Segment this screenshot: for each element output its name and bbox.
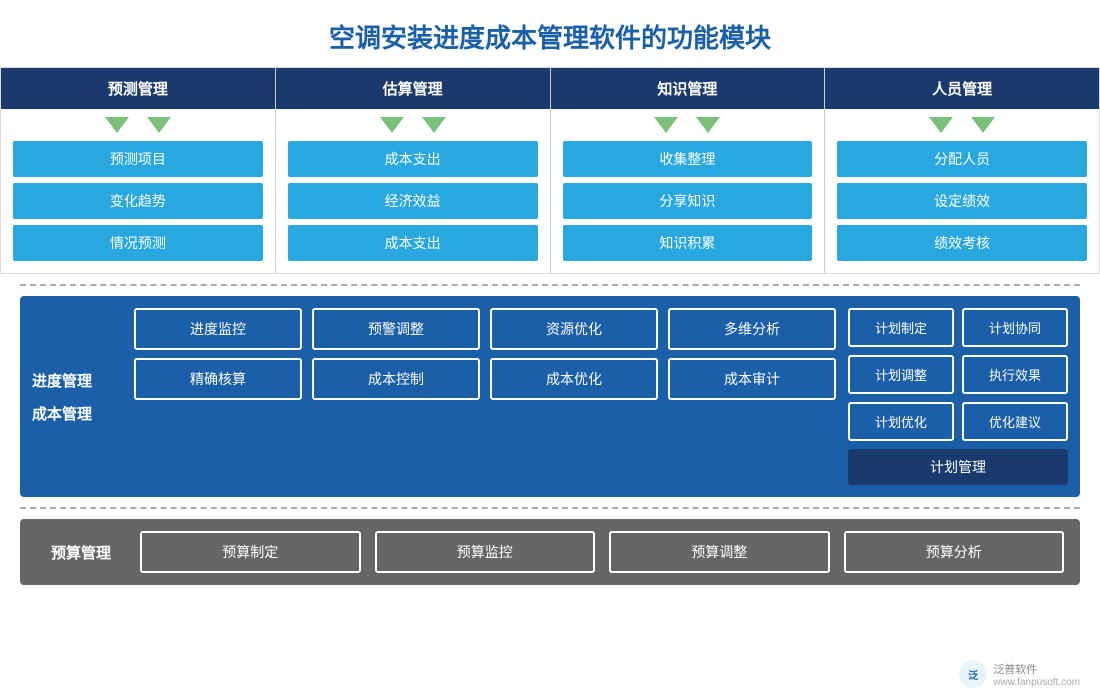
arrow-down-2-1 bbox=[696, 117, 720, 133]
middle-left: 进度管理成本管理 bbox=[32, 308, 122, 485]
col-header-2: 知识管理 bbox=[551, 68, 825, 109]
col-header-3: 人员管理 bbox=[825, 68, 1099, 109]
page-title: 空调安装进度成本管理软件的功能模块 bbox=[0, 0, 1100, 67]
col-header-0: 预测管理 bbox=[1, 68, 275, 109]
middle-cell-0-2: 资源优化 bbox=[490, 308, 658, 350]
arrow-down-3-1 bbox=[971, 117, 995, 133]
col-header-1: 估算管理 bbox=[276, 68, 550, 109]
watermark-name: 泛普软件 bbox=[993, 661, 1080, 677]
col-item-2-0: 收集整理 bbox=[563, 141, 813, 177]
middle-section: 进度管理成本管理进度监控预警调整资源优化多维分析精确核算成本控制成本优化成本审计… bbox=[20, 296, 1080, 497]
right-cell-5: 优化建议 bbox=[962, 402, 1068, 441]
top-column-0: 预测管理预测项目变化趋势情况预测 bbox=[1, 68, 276, 273]
arrow-down-3-0 bbox=[929, 117, 953, 133]
col-item-3-0: 分配人员 bbox=[837, 141, 1087, 177]
bottom-section: 预算管理预算制定预算监控预算调整预算分析 bbox=[20, 519, 1080, 585]
col-item-0-1: 变化趋势 bbox=[13, 183, 263, 219]
middle-cell-0-3: 多维分析 bbox=[668, 308, 836, 350]
arrow-down-1-1 bbox=[422, 117, 446, 133]
middle-cell-1-0: 精确核算 bbox=[134, 358, 302, 400]
arrow-row-0 bbox=[1, 109, 275, 141]
col-item-2-2: 知识积累 bbox=[563, 225, 813, 261]
watermark: 泛 泛普软件 www.fanpusoft.com bbox=[959, 660, 1080, 688]
bottom-label: 预算管理 bbox=[36, 542, 126, 563]
middle-label-1: 成本管理 bbox=[32, 397, 122, 430]
divider-2 bbox=[20, 507, 1080, 509]
bottom-cell-2: 预算调整 bbox=[609, 531, 830, 573]
watermark-url: www.fanpusoft.com bbox=[993, 677, 1080, 688]
col-item-0-2: 情况预测 bbox=[13, 225, 263, 261]
middle-row-0: 进度监控预警调整资源优化多维分析 bbox=[134, 308, 836, 350]
col-item-3-1: 设定绩效 bbox=[837, 183, 1087, 219]
col-items-0: 预测项目变化趋势情况预测 bbox=[1, 141, 275, 273]
right-cell-2: 计划调整 bbox=[848, 355, 954, 394]
right-footer: 计划管理 bbox=[848, 449, 1068, 485]
right-cell-1: 计划协同 bbox=[962, 308, 1068, 347]
middle-grid: 进度监控预警调整资源优化多维分析精确核算成本控制成本优化成本审计 bbox=[134, 308, 836, 485]
top-column-1: 估算管理成本支出经济效益成本支出 bbox=[276, 68, 551, 273]
col-item-2-1: 分享知识 bbox=[563, 183, 813, 219]
col-items-3: 分配人员设定绩效绩效考核 bbox=[825, 141, 1099, 273]
col-item-1-0: 成本支出 bbox=[288, 141, 538, 177]
bottom-cell-1: 预算监控 bbox=[375, 531, 596, 573]
middle-cell-1-1: 成本控制 bbox=[312, 358, 480, 400]
right-cell-3: 执行效果 bbox=[962, 355, 1068, 394]
right-panel: 计划制定计划协同计划调整执行效果计划优化优化建议计划管理 bbox=[848, 308, 1068, 485]
middle-row-1: 精确核算成本控制成本优化成本审计 bbox=[134, 358, 836, 400]
watermark-logo: 泛 bbox=[959, 660, 987, 688]
middle-label-0: 进度管理 bbox=[32, 364, 122, 397]
col-item-3-2: 绩效考核 bbox=[837, 225, 1087, 261]
arrow-down-2-0 bbox=[654, 117, 678, 133]
col-item-1-2: 成本支出 bbox=[288, 225, 538, 261]
top-column-3: 人员管理分配人员设定绩效绩效考核 bbox=[825, 68, 1099, 273]
col-items-1: 成本支出经济效益成本支出 bbox=[276, 141, 550, 273]
middle-cell-0-0: 进度监控 bbox=[134, 308, 302, 350]
col-item-1-1: 经济效益 bbox=[288, 183, 538, 219]
right-cell-0: 计划制定 bbox=[848, 308, 954, 347]
arrow-row-1 bbox=[276, 109, 550, 141]
right-cell-4: 计划优化 bbox=[848, 402, 954, 441]
middle-cell-1-3: 成本审计 bbox=[668, 358, 836, 400]
col-items-2: 收集整理分享知识知识积累 bbox=[551, 141, 825, 273]
arrow-row-2 bbox=[551, 109, 825, 141]
bottom-cell-3: 预算分析 bbox=[844, 531, 1065, 573]
arrow-down-0-1 bbox=[147, 117, 171, 133]
bottom-cell-0: 预算制定 bbox=[140, 531, 361, 573]
top-column-2: 知识管理收集整理分享知识知识积累 bbox=[551, 68, 826, 273]
top-section: 预测管理预测项目变化趋势情况预测估算管理成本支出经济效益成本支出知识管理收集整理… bbox=[0, 67, 1100, 274]
divider-1 bbox=[20, 284, 1080, 286]
arrow-down-1-0 bbox=[380, 117, 404, 133]
arrow-row-3 bbox=[825, 109, 1099, 141]
middle-cell-1-2: 成本优化 bbox=[490, 358, 658, 400]
middle-cell-0-1: 预警调整 bbox=[312, 308, 480, 350]
arrow-down-0-0 bbox=[105, 117, 129, 133]
col-item-0-0: 预测项目 bbox=[13, 141, 263, 177]
right-grid: 计划制定计划协同计划调整执行效果计划优化优化建议 bbox=[848, 308, 1068, 441]
